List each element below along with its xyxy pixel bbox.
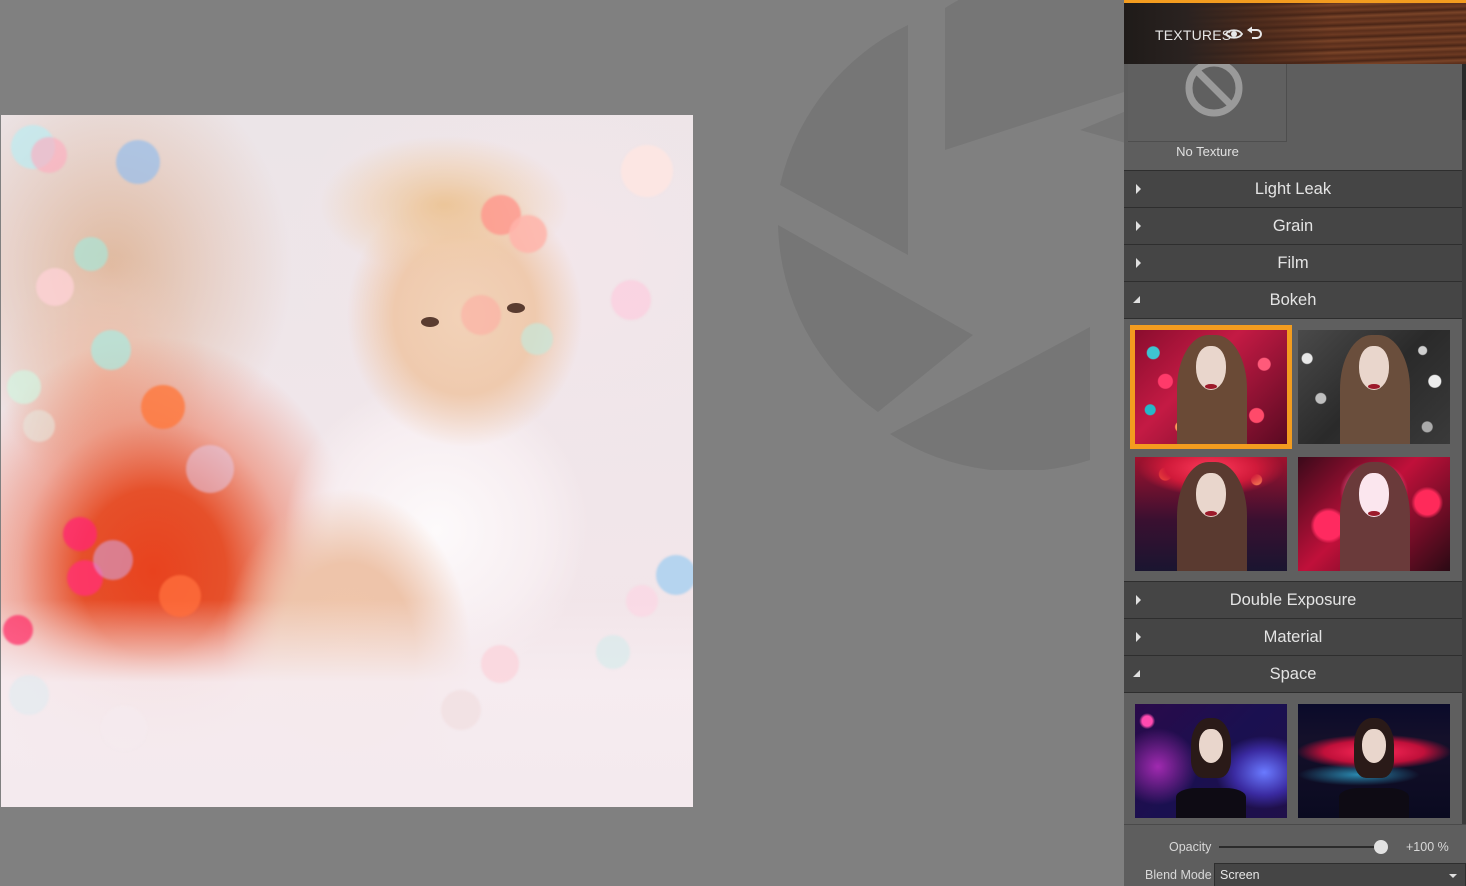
blend-mode-label: Blend Mode bbox=[1145, 868, 1212, 882]
bokeh-dot bbox=[626, 585, 658, 617]
panel-scrollbar[interactable] bbox=[1462, 64, 1466, 824]
bokeh-dot bbox=[74, 237, 108, 271]
category-label: Light Leak bbox=[1254, 180, 1332, 198]
category-label: Material bbox=[1263, 628, 1323, 646]
prohibited-icon bbox=[1185, 64, 1243, 117]
no-texture-section: No Texture bbox=[1124, 64, 1462, 170]
aperture-logo-icon bbox=[778, 0, 1124, 470]
bokeh-dot bbox=[521, 323, 553, 355]
texture-controls: Opacity +100 % Blend Mode Screen bbox=[1124, 824, 1466, 886]
photo-bedsheet bbox=[1, 115, 693, 807]
thumb-lips bbox=[1368, 510, 1380, 516]
chevron-down-icon bbox=[1449, 874, 1457, 878]
blend-mode-value: Screen bbox=[1220, 868, 1260, 882]
category-space[interactable]: Space bbox=[1124, 655, 1462, 692]
panel-title: TEXTURES bbox=[1155, 27, 1232, 43]
category-label: Bokeh bbox=[1269, 291, 1317, 309]
opacity-slider[interactable] bbox=[1219, 840, 1388, 854]
bokeh-dot bbox=[7, 370, 41, 404]
opacity-label: Opacity bbox=[1169, 840, 1212, 854]
bokeh-dot bbox=[141, 385, 185, 429]
panel-header: TEXTURES bbox=[1124, 3, 1466, 64]
category-double-exposure[interactable]: Double Exposure bbox=[1124, 581, 1462, 618]
opacity-slider-handle[interactable] bbox=[1374, 840, 1388, 854]
no-texture-label: No Texture bbox=[1176, 144, 1239, 159]
bokeh-dot bbox=[186, 445, 234, 493]
space-thumbnails bbox=[1124, 692, 1462, 824]
thumb-lips bbox=[1205, 383, 1217, 389]
bokeh-dot bbox=[3, 615, 33, 645]
photo-baby-eye-left bbox=[421, 317, 439, 327]
category-label: Space bbox=[1269, 665, 1317, 683]
category-label: Grain bbox=[1272, 217, 1314, 235]
bokeh-dot bbox=[509, 215, 547, 253]
bokeh-dot bbox=[91, 330, 131, 370]
bokeh-dot bbox=[481, 645, 519, 683]
bokeh-dot bbox=[36, 268, 74, 306]
canvas-photo[interactable] bbox=[1, 115, 693, 807]
thumb-shirt bbox=[1339, 788, 1409, 818]
category-film[interactable]: Film bbox=[1124, 244, 1462, 281]
bokeh-dot bbox=[93, 540, 133, 580]
category-light-leak[interactable]: Light Leak bbox=[1124, 170, 1462, 207]
bokeh-dot bbox=[596, 635, 630, 669]
category-bokeh[interactable]: Bokeh bbox=[1124, 281, 1462, 318]
bokeh-thumbnails bbox=[1124, 318, 1462, 581]
blend-mode-dropdown[interactable]: Screen bbox=[1214, 863, 1466, 886]
thumbnail-space-2[interactable] bbox=[1298, 704, 1450, 818]
eye-icon[interactable] bbox=[1225, 26, 1243, 42]
bokeh-dot bbox=[31, 137, 67, 173]
bokeh-dot bbox=[441, 690, 481, 730]
category-label: Double Exposure bbox=[1229, 591, 1357, 609]
bokeh-dot bbox=[656, 555, 693, 595]
thumbnail-bokeh-2[interactable] bbox=[1298, 330, 1450, 444]
thumb-face bbox=[1362, 729, 1386, 764]
canvas-workspace[interactable] bbox=[0, 0, 1124, 886]
thumb-lips bbox=[1368, 383, 1380, 389]
bokeh-dot bbox=[461, 295, 501, 335]
category-material[interactable]: Material bbox=[1124, 618, 1462, 655]
no-texture-button[interactable] bbox=[1128, 64, 1287, 142]
textures-panel: TEXTURES No Texture Light Leak Grain Fil… bbox=[1124, 0, 1466, 886]
category-grain[interactable]: Grain bbox=[1124, 207, 1462, 244]
bokeh-dot bbox=[101, 705, 147, 751]
thumbnail-space-1[interactable] bbox=[1135, 704, 1287, 818]
bokeh-dot bbox=[23, 410, 55, 442]
thumb-shirt bbox=[1176, 788, 1246, 818]
thumb-face bbox=[1199, 729, 1223, 764]
bokeh-dot bbox=[116, 140, 160, 184]
thumb-lips bbox=[1205, 510, 1217, 516]
bokeh-dot bbox=[63, 517, 97, 551]
opacity-value: +100 % bbox=[1406, 840, 1449, 854]
category-label: Film bbox=[1277, 254, 1309, 272]
bokeh-dot bbox=[9, 675, 49, 715]
photo-baby-eye-right bbox=[507, 303, 525, 313]
bokeh-dot bbox=[621, 145, 673, 197]
thumbnail-bokeh-4[interactable] bbox=[1298, 457, 1450, 571]
scrollbar-thumb[interactable] bbox=[1462, 64, 1466, 120]
bokeh-dot bbox=[611, 280, 651, 320]
thumbnail-bokeh-1[interactable] bbox=[1130, 325, 1292, 449]
bokeh-dot bbox=[159, 575, 201, 617]
undo-icon[interactable] bbox=[1246, 26, 1264, 42]
thumbnail-bokeh-3[interactable] bbox=[1135, 457, 1287, 571]
textures-list[interactable]: No Texture Light Leak Grain Film Bokeh D… bbox=[1124, 64, 1462, 824]
